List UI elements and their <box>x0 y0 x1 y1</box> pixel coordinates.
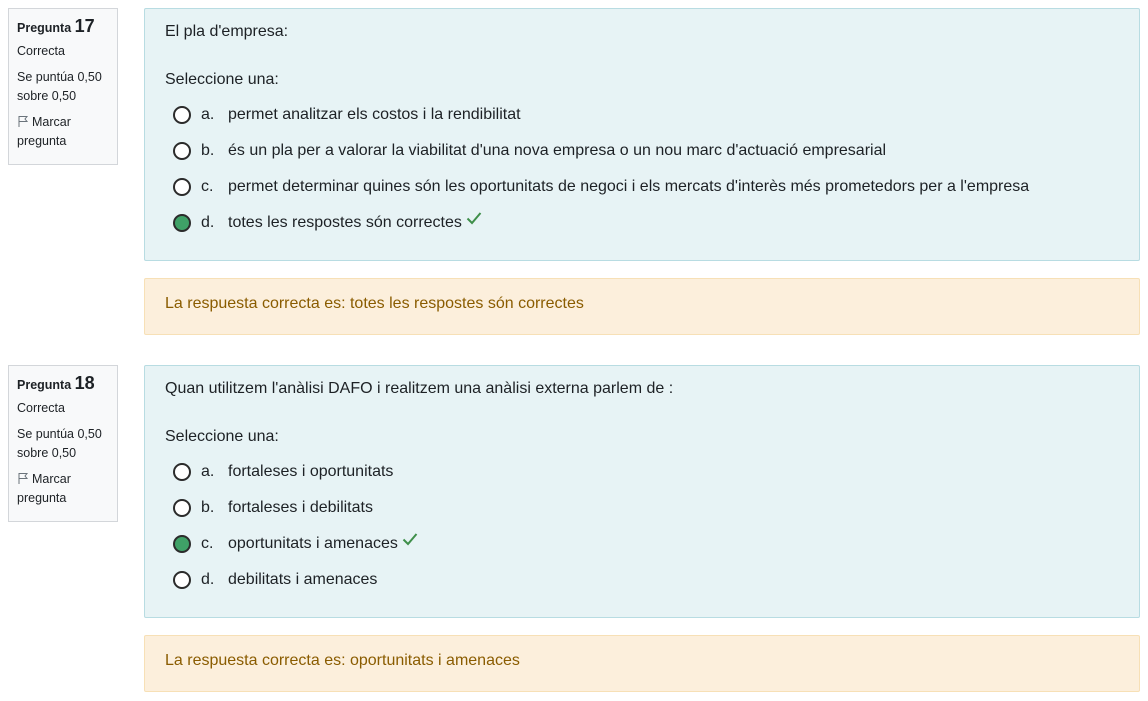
answer-text[interactable]: permet determinar quines són les oportun… <box>228 175 1029 199</box>
feedback-text: La respuesta correcta es: oportunitats i… <box>165 652 520 669</box>
question-content: Quan utilitzem l'anàlisi DAFO i realitze… <box>144 365 1140 618</box>
question-text: Quan utilitzem l'anàlisi DAFO i realitze… <box>165 380 674 397</box>
flag-label[interactable]: pregunta <box>17 489 117 508</box>
check-icon <box>466 212 482 225</box>
flag-question-link[interactable]: Marcar pregunta <box>17 470 117 508</box>
answer-letter: c. <box>201 535 214 552</box>
grade-line: sobre 0,50 <box>17 446 77 460</box>
question-grade: Se puntúa 0,50 sobre 0,50 <box>17 425 117 463</box>
radio-button[interactable] <box>173 463 191 481</box>
flag-label[interactable]: Marcar <box>32 115 71 129</box>
question-state: Correcta <box>17 401 65 415</box>
flag-icon <box>18 473 29 484</box>
radio-button[interactable] <box>173 106 191 124</box>
grade-line: sobre 0,50 <box>17 89 77 103</box>
flag-question-link[interactable]: Marcar pregunta <box>17 113 117 151</box>
question-number: 17 <box>74 16 95 36</box>
question-number: 18 <box>74 373 95 393</box>
radio-button-checked[interactable] <box>173 535 191 553</box>
answer-letter: c. <box>201 178 214 195</box>
radio-button[interactable] <box>173 142 191 160</box>
answer-letter: b. <box>201 142 215 159</box>
answer-letter: a. <box>201 106 215 123</box>
correct-answer-feedback: La respuesta correcta es: totes les resp… <box>144 278 1140 335</box>
feedback-text: La respuesta correcta es: totes les resp… <box>165 295 584 312</box>
answer-text[interactable]: fortaleses i debilitats <box>228 496 373 520</box>
answer-text[interactable]: fortaleses i oportunitats <box>228 460 393 484</box>
answer-text[interactable]: és un pla per a valorar la viabilitat d'… <box>228 139 886 163</box>
question-info: Pregunta 17 Correcta Se puntúa 0,50 sobr… <box>8 8 118 165</box>
grade-line: Se puntúa 0,50 <box>17 70 102 84</box>
flag-icon <box>18 116 29 127</box>
correct-answer-feedback: La respuesta correcta es: oportunitats i… <box>144 635 1140 692</box>
question-label: Pregunta <box>17 378 72 392</box>
flag-label[interactable]: Marcar <box>32 472 71 486</box>
question-text: El pla d'empresa: <box>165 23 289 40</box>
answer-letter: d. <box>201 214 215 231</box>
question-state: Correcta <box>17 44 65 58</box>
question-label: Pregunta <box>17 21 72 35</box>
answer-text-row[interactable]: oportunitats i amenaces <box>228 532 418 556</box>
check-icon <box>402 533 418 546</box>
radio-button-checked[interactable] <box>173 214 191 232</box>
radio-button[interactable] <box>173 499 191 517</box>
answer-letter: d. <box>201 571 215 588</box>
answer-text[interactable]: permet analitzar els costos i la rendibi… <box>228 103 521 127</box>
answer-text[interactable]: oportunitats i amenaces <box>228 535 398 552</box>
radio-button[interactable] <box>173 571 191 589</box>
question-info: Pregunta 18 Correcta Se puntúa 0,50 sobr… <box>8 365 118 522</box>
answer-text-row[interactable]: totes les respostes són correctes <box>228 211 482 235</box>
radio-button[interactable] <box>173 178 191 196</box>
question-content: El pla d'empresa: Seleccione una: a. per… <box>144 8 1140 261</box>
flag-label[interactable]: pregunta <box>17 132 117 151</box>
question-prompt: Seleccione una: <box>165 71 279 88</box>
answer-text[interactable]: totes les respostes són correctes <box>228 214 462 231</box>
answer-letter: b. <box>201 499 215 516</box>
grade-line: Se puntúa 0,50 <box>17 427 102 441</box>
answer-letter: a. <box>201 463 215 480</box>
question-prompt: Seleccione una: <box>165 428 279 445</box>
question-grade: Se puntúa 0,50 sobre 0,50 <box>17 68 117 106</box>
answer-text[interactable]: debilitats i amenaces <box>228 568 377 592</box>
